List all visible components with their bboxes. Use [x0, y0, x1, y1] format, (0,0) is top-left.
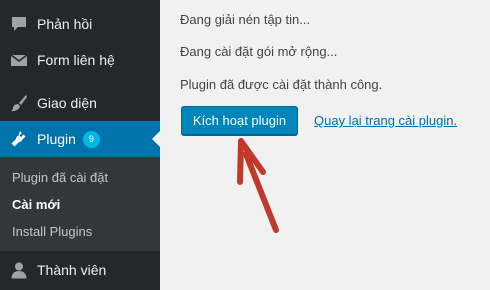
back-to-installer-link[interactable]: Quay lại trang cài plugin.	[314, 113, 457, 128]
sidebar-item-label: Form liên hệ	[37, 52, 115, 68]
sidebar-item-feedback[interactable]: Phản hồi	[0, 6, 160, 42]
submenu-item-installed-plugins[interactable]: Plugin đã cài đặt	[12, 170, 108, 185]
submenu-item-install-plugins[interactable]: Install Plugins	[12, 224, 92, 239]
envelope-icon	[9, 50, 29, 70]
admin-sidebar: Phản hồi Form liên hệ Giao diện Plugin 9	[0, 0, 160, 290]
main-content: Đang giải nén tập tin... Đang cài đặt gó…	[160, 0, 490, 290]
sidebar-item-users[interactable]: Thành viên	[0, 252, 160, 288]
sidebar-item-appearance[interactable]: Giao diện	[0, 85, 160, 121]
sidebar-item-label: Plugin	[37, 131, 76, 147]
sidebar-item-label: Thành viên	[37, 262, 107, 278]
update-count-badge: 9	[82, 130, 100, 148]
plugins-submenu: Plugin đã cài đặt Cài mới Install Plugin…	[0, 157, 160, 251]
sidebar-item-contact-form[interactable]: Form liên hệ	[0, 42, 160, 78]
status-message-success: Plugin đã được cài đặt thành công.	[180, 77, 383, 92]
status-message-unpacking: Đang giải nén tập tin...	[180, 12, 311, 27]
sidebar-item-label: Giao diện	[37, 95, 97, 111]
active-menu-arrow	[152, 131, 160, 147]
sidebar-item-label: Phản hồi	[37, 16, 93, 32]
user-icon	[9, 260, 29, 280]
submenu-item-add-new[interactable]: Cài mới	[12, 197, 60, 212]
sidebar-item-plugins[interactable]: Plugin 9	[0, 121, 160, 157]
comment-icon	[9, 14, 29, 34]
activate-plugin-button[interactable]: Kích hoạt plugin	[181, 106, 298, 135]
plug-icon	[9, 129, 29, 149]
status-message-installing: Đang cài đặt gói mở rộng...	[180, 44, 338, 59]
paintbrush-icon	[9, 93, 29, 113]
